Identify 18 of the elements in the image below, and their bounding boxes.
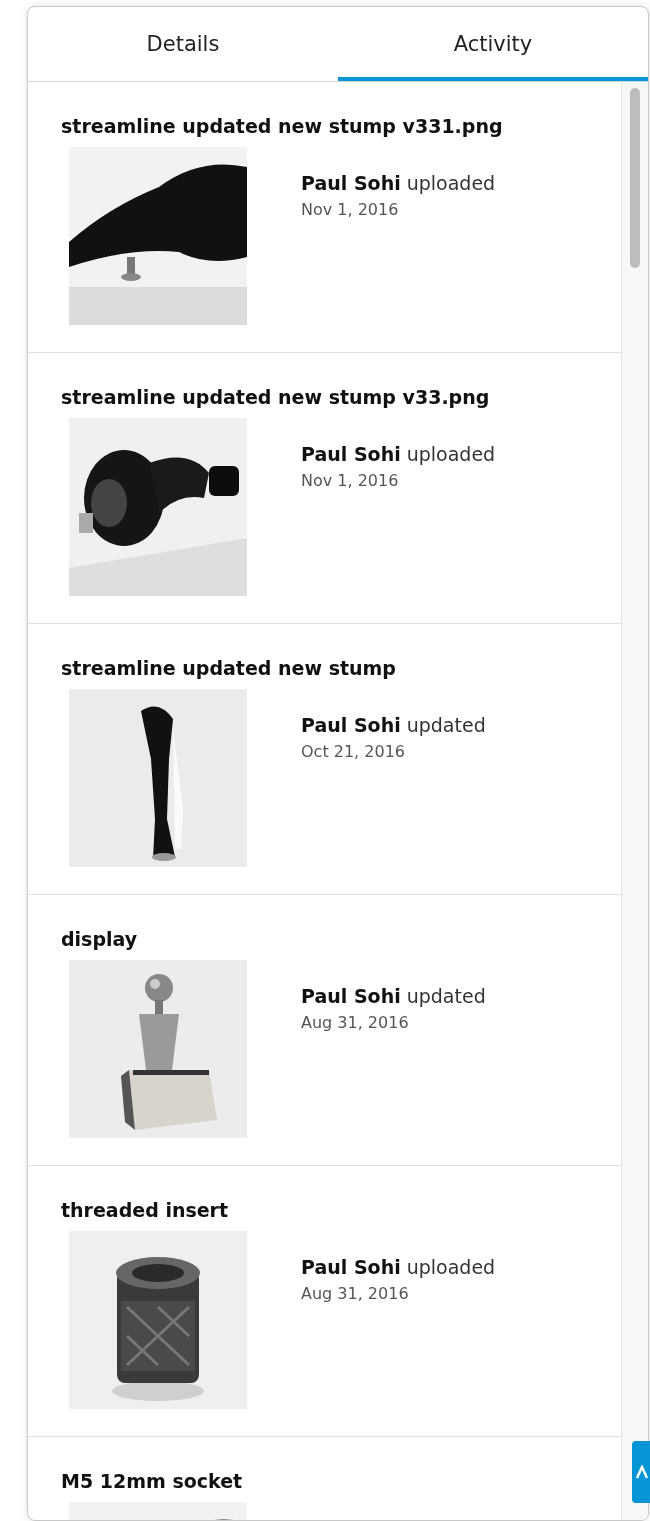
activity-text: Paul Sohi updated <box>301 713 486 738</box>
activity-date: Nov 1, 2016 <box>301 199 400 221</box>
activity-text: Paul Sohi uploaded <box>301 442 496 467</box>
activity-text: Paul Sohi uploaded <box>301 171 496 196</box>
activity-date: Aug 31, 2016 <box>301 1283 410 1305</box>
activity-title[interactable]: streamline updated new stump v33.png <box>61 383 621 411</box>
activity-title[interactable]: streamline updated new stump <box>61 654 621 682</box>
activity-title[interactable]: streamline updated new stump v331.png <box>61 112 621 140</box>
tab[interactable]: Activity <box>338 7 648 81</box>
activity-title[interactable]: display <box>61 925 621 953</box>
activity-date: Nov 1, 2016 <box>301 470 400 492</box>
activity-text: Paul Sohi uploaded <box>301 1255 496 1280</box>
activity-title[interactable]: threaded insert <box>61 1196 621 1224</box>
activity-title[interactable]: M5 12mm socket <box>61 1467 621 1495</box>
activity-text: Paul Sohi updated <box>301 984 486 1009</box>
tab[interactable]: Details <box>28 7 338 81</box>
activity-date: Oct 21, 2016 <box>301 741 406 763</box>
activity-date: Aug 31, 2016 <box>301 1012 410 1034</box>
